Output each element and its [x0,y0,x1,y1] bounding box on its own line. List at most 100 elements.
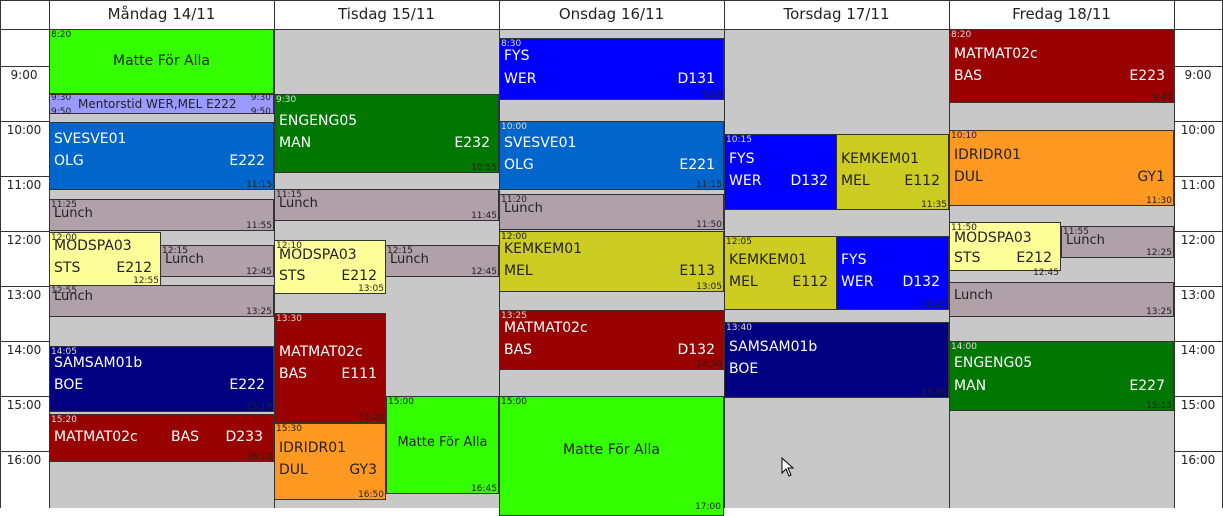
event-start-time: 15:20 [51,415,77,425]
event-room: E222 [229,377,265,393]
event-teacher: STS [954,250,981,266]
event-title: SAMSAM01b [54,355,143,371]
event-title: Lunch [279,196,318,211]
event-matmat02c[interactable]: 15:20 MATMAT02c BAS D233 16:10 [49,414,274,462]
event-teacher: DUL [954,169,983,185]
event-title: MODSPA03 [54,238,132,254]
time-gutter-left: 9:00 10:00 11:00 12:00 13:00 14:00 15:00… [0,29,49,508]
event-end-time: 11:50 [696,220,722,230]
event-title: ENGENG05 [954,355,1033,371]
event-title: MODSPA03 [954,230,1032,246]
event-room: D132 [677,342,715,358]
event-lunch[interactable]: 12:55 Lunch 13:25 [49,285,274,317]
event-lunch[interactable]: 11:25 Lunch 11:55 [49,199,274,231]
event-kemkem01[interactable]: 12:05 KEMKEM01 MEL E112 [724,236,837,310]
event-lunch[interactable]: 11:15 Lunch 11:45 [274,189,499,221]
event-teacher: OLG [504,157,534,173]
event-end-time: 15:15 [1146,401,1172,411]
event-end-time: 11:45 [471,211,497,221]
event-end-time: 11:15 [246,180,272,190]
event-title: MODSPA03 [279,247,357,263]
event-title: Lunch [390,252,429,267]
event-matte-for-alla[interactable]: 15:00 Matte För Alla 16:45 [386,396,499,494]
event-end-time: 16:45 [471,484,497,494]
event-teacher: MEL [729,274,758,290]
event-engeng05[interactable]: 9:30 ENGENG05 MAN E232 10:55 [274,94,499,173]
event-start-time: 15:00 [388,397,414,407]
event-svesve01[interactable]: 10:00 SVESVE01 OLG E221 11:15 [499,121,724,190]
event-fys[interactable]: 10:15 FYS WER D132 [724,134,837,210]
event-start-time: 10:00 [501,122,527,132]
event-start-time: 15:00 [501,397,527,407]
event-end-time: 12:45 [471,267,497,277]
time-label: 15:00 [1180,398,1216,412]
event-end-time: 10:55 [471,163,497,173]
event-idridr01[interactable]: 10:10 IDRIDR01 DUL GY1 11:30 [949,130,1174,206]
event-teacher: BOE [54,377,84,393]
event-lunch[interactable]: 11:55 Lunch 12:25 [1061,226,1174,258]
event-title: Lunch [54,206,93,221]
event-teacher: MEL [504,263,533,279]
event-teacher: BOE [729,361,759,377]
event-end-time: 15:10 [246,402,272,412]
event-end-time: 11:35 [921,200,947,210]
event-title: MATMAT02c [279,344,363,360]
event-samsam01b[interactable]: 13:40 SAMSAM01b BOE 15:00 [724,322,949,398]
event-lunch[interactable]: 12:15 Lunch 12:45 [385,245,499,277]
event-svesve01[interactable]: SVESVE01 OLG E222 11:15 [49,122,274,190]
time-label: 13:00 [6,288,42,302]
event-matmat02c[interactable]: 8:20 MATMAT02c BAS E223 9:40 [949,29,1174,103]
event-title: Mentorstid WER,MEL E222 [78,97,237,111]
event-start-time: 14:00 [951,342,977,352]
event-end-time: 13:25 [921,300,947,310]
event-kemkem01[interactable]: 12:00 KEMKEM01 MEL E113 13:05 [499,231,724,292]
event-lunch[interactable]: Lunch 13:25 [949,282,1174,317]
event-title: KEMKEM01 [841,151,920,167]
event-end-time: 15:20 [358,413,384,423]
event-mentorstid[interactable]: 9:30 9:30 Mentorstid WER,MEL E222 9:50 9… [49,93,274,117]
event-teacher: BAS [279,366,308,382]
event-fys[interactable]: FYS WER D132 13:25 [836,236,949,310]
event-engeng05[interactable]: 14:00 ENGENG05 MAN E227 15:15 [949,341,1174,411]
event-idridr01[interactable]: 15:30 IDRIDR01 DUL GY3 16:50 [274,423,386,500]
event-title: SVESVE01 [54,131,127,147]
event-title: Lunch [1066,233,1105,248]
day-header-monday: Måndag 14/11 [49,0,274,29]
event-samsam01b[interactable]: 14:05 SAMSAM01b BOE E222 15:10 [49,346,274,412]
event-modspa03[interactable]: 12:00 MODSPA03 STS E212 12:55 [49,232,161,286]
event-lunch[interactable]: 12:15 Lunch 12:45 [160,245,274,277]
event-modspa03[interactable]: 12:10 MODSPA03 STS E212 13:05 [274,240,386,294]
event-title: FYS [729,151,755,167]
event-matmat02c[interactable]: 13:30 MATMAT02c BAS E111 15:20 [274,313,386,423]
event-room: E111 [341,366,377,382]
event-title: MATMAT02c [504,320,588,336]
day-header-tuesday: Tisdag 15/11 [274,0,499,29]
event-modspa03[interactable]: 11:50 MODSPA03 STS E212 12:45 [949,222,1061,278]
event-matte-for-alla[interactable]: 8:20 Matte För Alla [49,29,274,94]
event-end-time: 17:00 [695,502,721,512]
event-fys[interactable]: 8:30 FYS WER D131 9:35 [499,38,724,100]
event-end-time: 9:50 [250,107,271,117]
event-room: E113 [679,263,715,279]
event-end-time: 13:05 [358,284,384,294]
event-end-time: 12:45 [246,267,272,277]
event-end-time: 12:45 [1033,268,1059,278]
time-label: 9:00 [1184,68,1212,82]
event-matte-for-alla[interactable]: 15:00 Matte För Alla 17:00 [499,396,724,516]
event-room: GY3 [349,462,377,478]
event-teacher: STS [54,260,81,276]
event-title: Lunch [954,288,993,303]
event-title: KEMKEM01 [729,252,808,268]
event-teacher: DUL [279,462,308,478]
event-end-time: 9:30 [250,93,271,103]
event-kemkem01[interactable]: KEMKEM01 MEL E112 11:35 [836,134,949,210]
event-end-time: 16:50 [358,490,384,500]
event-teacher: BAS [504,342,533,358]
event-room: E212 [116,260,152,276]
event-end-time: 15:00 [921,388,947,398]
event-end-time: 16:10 [246,452,272,462]
event-matmat02c[interactable]: 13:25 MATMAT02c BAS D132 14:30 [499,310,724,370]
event-lunch[interactable]: 11:20 Lunch 11:50 [499,194,724,230]
event-start-time: 10:15 [726,135,752,145]
event-title: Matte För Alla [397,435,488,450]
